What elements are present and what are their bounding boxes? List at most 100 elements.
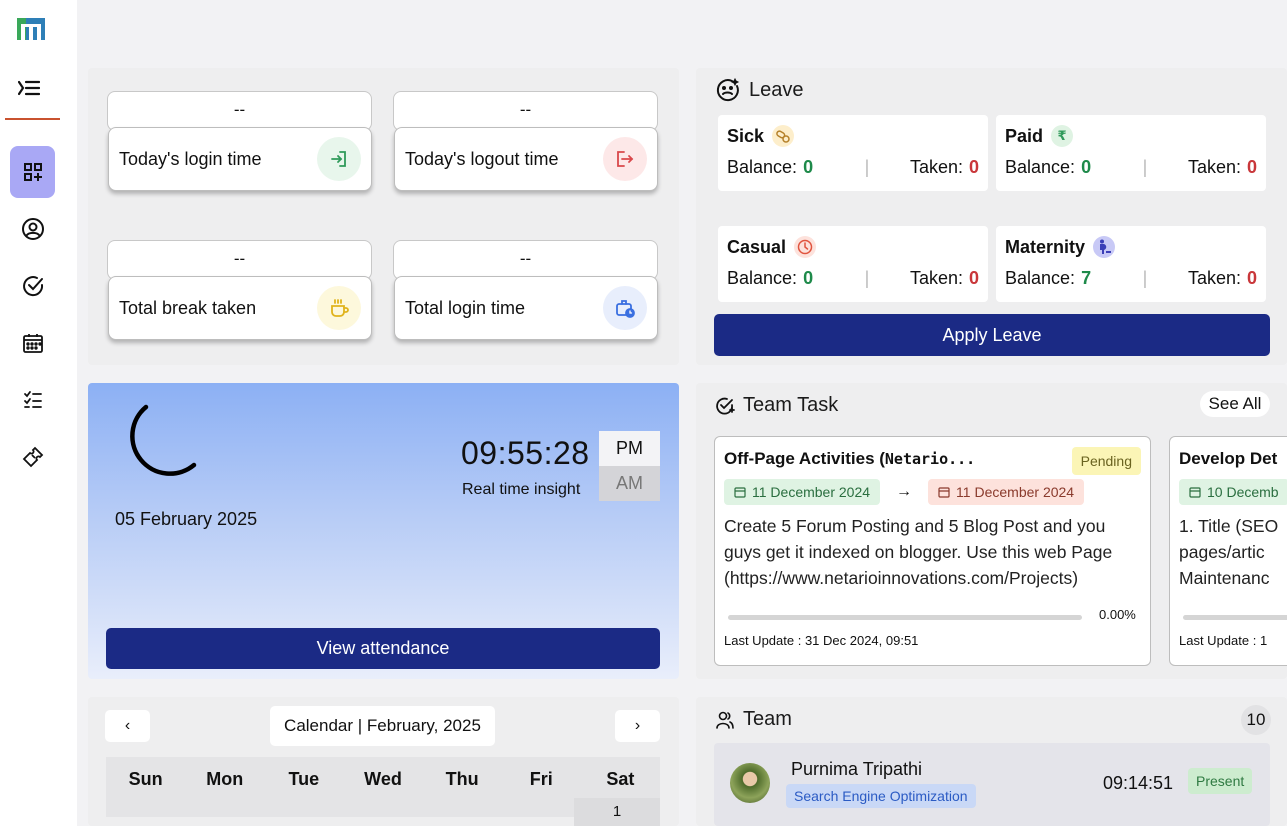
total-login-card: -- Total login time [393, 240, 658, 340]
separator: | [864, 157, 870, 177]
time-caption: Real time insight [462, 481, 581, 498]
separator: | [1142, 157, 1148, 177]
calendar-prev-button[interactable]: ‹ [105, 710, 150, 742]
task-description: 1. Title (SEO pages/artic Maintenanc [1179, 516, 1279, 588]
sidebar-item-tickets[interactable] [10, 431, 55, 483]
maternity-taken: 0 [1246, 268, 1257, 288]
login-time-value: -- [107, 91, 372, 131]
team-users-icon [716, 711, 734, 729]
check-circle-icon [22, 276, 43, 297]
calendar-title: Calendar | February, 2025 [270, 706, 495, 746]
leave-card-sick: Sick Balance: 0 | Taken: 0 [718, 115, 988, 191]
member-name: Purnima Tripathi [791, 759, 923, 779]
logout-time-value: -- [393, 91, 658, 131]
paid-taken: 0 [1246, 157, 1257, 177]
weekday-mon: Mon [206, 769, 244, 789]
member-department: Search Engine Optimization [786, 784, 976, 808]
task-progress-bar [728, 615, 1082, 620]
coffee-icon [317, 286, 361, 330]
casual-balance: 0 [803, 268, 814, 288]
sidebar-item-profile[interactable] [10, 203, 55, 255]
balance-label: Balance: [727, 268, 798, 288]
pills-icon [772, 125, 795, 147]
logout-time-label: Today's logout time [405, 148, 559, 169]
leave-type-sick: Sick [727, 125, 765, 146]
login-time-card: -- Today's login time [107, 91, 372, 191]
task-check-icon [716, 397, 735, 414]
maternity-balance: 7 [1081, 268, 1092, 288]
pregnant-icon [1093, 236, 1116, 258]
calendar-small-icon [938, 487, 950, 498]
balance-label: Balance: [727, 157, 798, 177]
task-title: Develop Det [1179, 449, 1278, 468]
task-progress-text: 0.00% [1099, 607, 1136, 622]
sidebar-item-checklist[interactable] [10, 374, 55, 426]
team-panel: Team 10 Purnima Tripathi Search Engine O… [696, 697, 1287, 826]
see-all-button[interactable]: See All [1200, 391, 1270, 417]
view-attendance-button[interactable]: View attendance [106, 628, 660, 669]
sidebar-item-dashboard[interactable] [10, 146, 55, 198]
weekday-fri: Fri [529, 769, 553, 789]
leave-card-maternity: Maternity Balance: 7 | Taken: 0 [996, 226, 1266, 302]
current-time: 09:55:28 [461, 435, 590, 471]
status-badge: Present [1188, 768, 1253, 794]
total-login-label: Total login time [405, 297, 526, 318]
weekday-tue: Tue [288, 769, 320, 789]
date-arrow: → [896, 483, 913, 500]
paid-balance: 0 [1081, 157, 1092, 177]
break-taken-value: -- [107, 240, 372, 280]
logout-icon [603, 137, 647, 181]
casual-taken: 0 [968, 268, 979, 288]
calendar-day-1[interactable]: 1 [574, 798, 660, 826]
calendar-icon [22, 334, 43, 353]
task-card[interactable]: Off-Page Activities (Netario... Pending … [714, 436, 1151, 666]
team-member-row[interactable]: Purnima Tripathi Search Engine Optimizat… [714, 743, 1270, 826]
team-task-panel: Team Task See All Off-Page Activities (N… [696, 383, 1287, 679]
leave-type-maternity: Maternity [1005, 236, 1086, 257]
checklist-icon [23, 391, 42, 408]
break-taken-card: -- Total break taken [107, 240, 372, 340]
avatar [730, 763, 770, 803]
clock-panel: 05 February 2025 09:55:28 Real time insi… [88, 383, 679, 679]
sidebar-divider [5, 118, 60, 120]
team-title: Team [743, 708, 792, 730]
status-badge: Pending [1071, 447, 1141, 475]
taken-label: Taken: [1187, 268, 1241, 288]
app-logo[interactable] [17, 15, 45, 43]
task-end-date-text: 11 December 2024 [956, 484, 1075, 500]
task-end-date: 11 December 2024 [928, 479, 1085, 505]
menu-toggle-icon[interactable] [17, 76, 41, 100]
clock-icon [794, 236, 817, 258]
task-start-date-text: 11 December 2024 [752, 484, 871, 500]
task-start-date: 11 December 2024 [724, 479, 881, 505]
apply-leave-button[interactable]: Apply Leave [714, 314, 1270, 356]
task-start-date: 10 Decemb [1179, 479, 1287, 505]
calendar-next-button[interactable]: › [615, 710, 660, 742]
logout-time-card: -- Today's logout time [393, 91, 658, 191]
moon-icon [130, 404, 197, 476]
separator: | [864, 268, 870, 288]
am-indicator: AM [599, 466, 660, 501]
task-card[interactable]: Develop Det 10 Decemb 1. Title (SEO page… [1169, 436, 1287, 666]
weekday-sun: Sun [128, 769, 163, 789]
sidebar-item-calendar[interactable] [10, 317, 55, 369]
member-login-time: 09:14:51 [1103, 773, 1174, 793]
leave-title: Leave [749, 78, 804, 101]
calendar-small-icon [1189, 487, 1201, 498]
sidebar [0, 0, 77, 826]
sick-balance: 0 [803, 157, 814, 177]
task-progress-bar [1183, 615, 1287, 620]
taken-label: Taken: [1187, 157, 1241, 177]
ticket-icon [22, 446, 43, 468]
sidebar-item-tasks[interactable] [10, 260, 55, 312]
leave-type-casual: Casual [727, 236, 787, 257]
task-description: Create 5 Forum Posting and 5 Blog Post a… [724, 516, 1113, 588]
weekday-wed: Wed [364, 769, 402, 789]
balance-label: Balance: [1005, 268, 1076, 288]
leave-type-paid: Paid [1005, 125, 1044, 146]
login-time-label: Today's login time [119, 148, 262, 169]
task-start-date-text: 10 Decemb [1207, 484, 1279, 500]
taken-label: Taken: [909, 268, 963, 288]
attendance-summary-panel: -- Today's login time -- Today's logout … [88, 68, 679, 365]
rupee-icon: ₹ [1051, 125, 1074, 147]
